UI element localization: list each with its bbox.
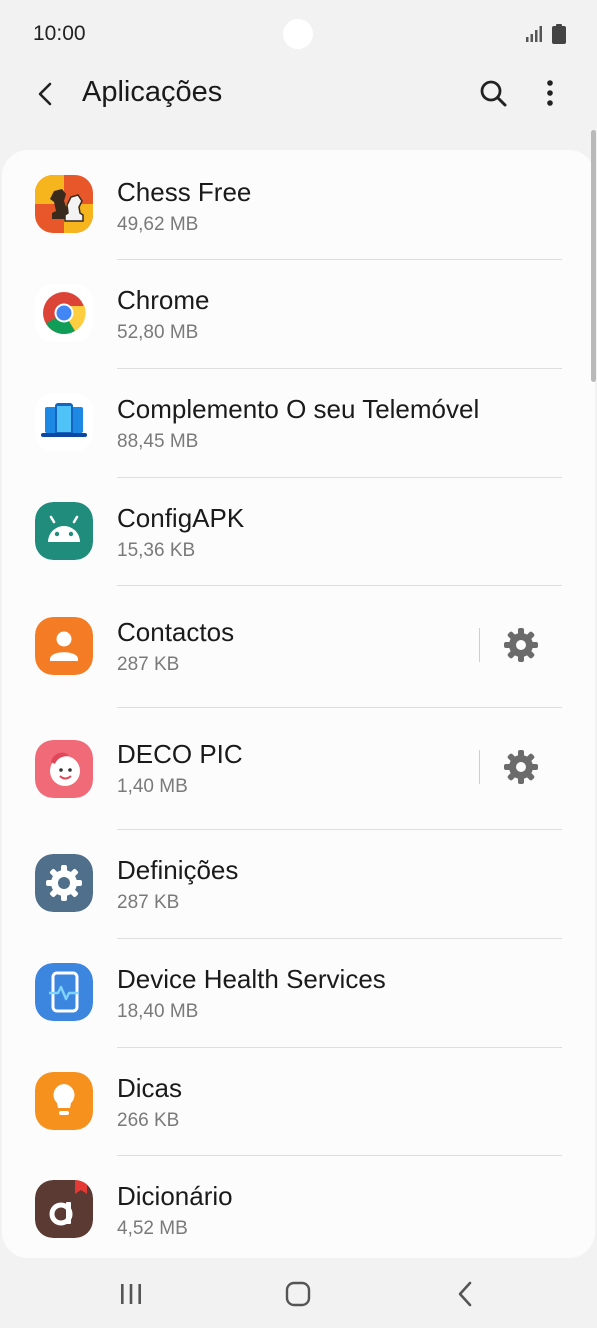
app-name: Dicas <box>117 1073 183 1103</box>
contacts-icon <box>35 617 93 675</box>
app-size: 4,52 MB <box>117 1218 188 1239</box>
settings-app-icon <box>35 854 93 912</box>
recent-apps-icon[interactable] <box>118 1282 144 1306</box>
app-size: 15,36 KB <box>117 540 196 561</box>
page-title: Aplicações <box>82 76 223 108</box>
app-name: DECO PIC <box>117 739 243 769</box>
scrollbar[interactable] <box>591 130 596 382</box>
app-row-definicoes[interactable]: Definições 287 KB <box>2 830 595 939</box>
vertical-separator <box>479 628 480 662</box>
vertical-separator <box>479 750 480 784</box>
app-name: Chess Free <box>117 177 252 207</box>
link-to-windows-icon <box>35 393 93 451</box>
app-size: 52,80 MB <box>117 322 199 343</box>
camera-cutout <box>283 19 313 49</box>
nav-back-icon[interactable] <box>455 1280 475 1308</box>
app-size: 1,40 MB <box>117 776 188 797</box>
search-icon[interactable] <box>478 78 508 108</box>
app-size: 49,62 MB <box>117 214 199 235</box>
app-size: 287 KB <box>117 892 180 913</box>
app-bar: Aplicações <box>0 68 597 120</box>
app-size: 88,45 MB <box>117 431 199 452</box>
chrome-icon <box>35 284 93 342</box>
app-list[interactable]: Chess Free 49,62 MB Chrome 52,80 MB Comp… <box>2 150 595 1258</box>
tips-icon <box>35 1072 93 1130</box>
chess-app-icon <box>35 175 93 233</box>
app-name: Contactos <box>117 617 235 647</box>
deco-pic-icon <box>35 740 93 798</box>
android-icon <box>35 502 93 560</box>
app-name: ConfigAPK <box>117 503 245 533</box>
navigation-bar <box>0 1260 597 1328</box>
app-row-configapk[interactable]: ConfigAPK 15,36 KB <box>2 478 595 586</box>
app-row-device-health[interactable]: Device Health Services 18,40 MB <box>2 939 595 1048</box>
app-name: Dicionário <box>117 1181 233 1211</box>
app-size: 18,40 MB <box>117 1001 199 1022</box>
app-row-contactos[interactable]: Contactos 287 KB <box>2 586 595 708</box>
home-icon[interactable] <box>285 1281 311 1307</box>
app-name: Chrome <box>117 285 210 315</box>
settings-gear-icon[interactable] <box>502 626 540 664</box>
more-options-icon[interactable] <box>536 77 564 109</box>
app-row-chess-free[interactable]: Chess Free 49,62 MB <box>2 150 595 260</box>
app-row-dicionario[interactable]: Dicionário 4,52 MB <box>2 1156 595 1258</box>
app-name: Complemento O seu Telemóvel <box>117 394 480 424</box>
status-time: 10:00 <box>33 22 86 45</box>
back-arrow-icon[interactable] <box>32 80 60 108</box>
settings-gear-icon[interactable] <box>502 748 540 786</box>
app-name: Device Health Services <box>117 964 386 994</box>
app-name: Definições <box>117 855 239 885</box>
app-row-dicas[interactable]: Dicas 266 KB <box>2 1048 595 1156</box>
app-row-chrome[interactable]: Chrome 52,80 MB <box>2 260 595 369</box>
battery-icon <box>552 24 566 44</box>
status-bar: 10:00 <box>0 0 597 68</box>
app-size: 287 KB <box>117 654 180 675</box>
dictionary-icon <box>35 1180 93 1238</box>
app-size: 266 KB <box>117 1110 180 1131</box>
signal-icon <box>526 26 542 42</box>
app-row-complemento[interactable]: Complemento O seu Telemóvel 88,45 MB <box>2 369 595 478</box>
device-health-icon <box>35 963 93 1021</box>
app-row-deco-pic[interactable]: DECO PIC 1,40 MB <box>2 708 595 830</box>
